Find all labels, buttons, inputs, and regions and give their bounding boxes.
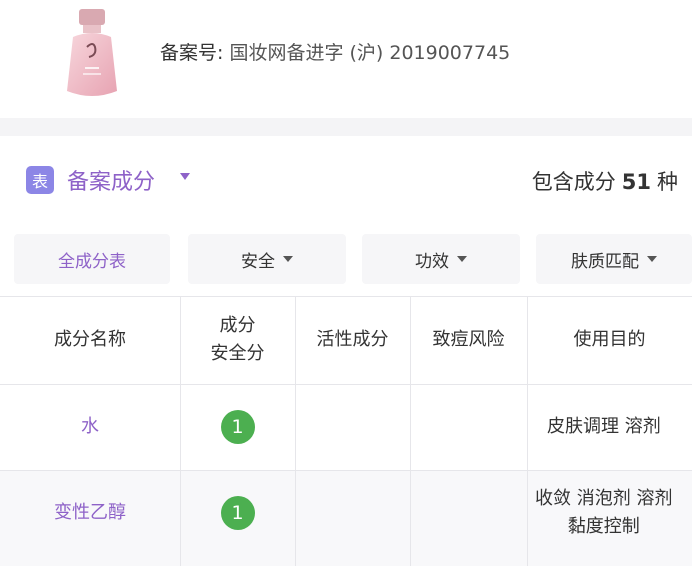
filter-efficacy[interactable]: 功效 <box>362 234 520 284</box>
header-active-ingredient: 活性成分 <box>316 329 389 350</box>
header-acne-risk: 致痘风险 <box>432 329 505 350</box>
filter-bar: 全成分表 安全 功效 肤质匹配 <box>0 228 692 296</box>
ingredients-section-header: 表 备案成分 包含成分 51 种 <box>0 136 692 228</box>
count-prefix: 包含成分 <box>531 170 616 194</box>
safety-score-cell: 1 <box>180 470 295 556</box>
ingredient-table: 成分名称 成分 安全分 活性成分 致痘风险 使用目的 水 1 皮肤调理 溶剂 变… <box>0 296 692 566</box>
filter-safety[interactable]: 安全 <box>188 234 346 284</box>
filter-label: 肤质匹配 <box>571 251 639 272</box>
ingredient-name-link[interactable]: 水 <box>0 384 180 470</box>
safety-score-badge: 1 <box>220 410 255 444</box>
header-ingredient-name: 成分名称 <box>54 329 126 350</box>
section-divider <box>0 118 692 136</box>
ingredient-count: 包含成分 51 种 <box>532 166 678 196</box>
filter-label: 安全 <box>241 251 275 272</box>
filter-label: 功效 <box>415 251 449 272</box>
filter-all-ingredients[interactable]: 全成分表 <box>14 234 170 284</box>
product-bottle-icon <box>67 9 117 96</box>
count-suffix: 种 <box>657 170 678 194</box>
header-safety-score: 成分 安全分 <box>210 315 265 364</box>
caret-down-icon <box>283 256 293 262</box>
caret-down-icon <box>457 256 467 262</box>
caret-down-icon <box>647 256 657 262</box>
safety-score-cell: 1 <box>180 384 295 470</box>
filter-skin-type[interactable]: 肤质匹配 <box>536 234 692 284</box>
product-image[interactable] <box>30 6 154 104</box>
purpose-cell: 皮肤调理 溶剂 <box>547 416 661 437</box>
caret-down-icon[interactable] <box>180 173 190 180</box>
purpose-cell: 收敛 消泡剂 溶剂 黏度控制 <box>535 488 673 537</box>
header-purpose: 使用目的 <box>573 329 646 350</box>
section-title-dropdown[interactable]: 备案成分 <box>67 164 155 196</box>
table-icon: 表 <box>26 166 54 194</box>
registration-label: 备案号: <box>160 42 224 64</box>
ingredient-name-link[interactable]: 变性乙醇 <box>0 470 180 556</box>
count-number: 51 <box>621 170 651 194</box>
safety-score-badge: 1 <box>220 496 255 530</box>
filter-label: 全成分表 <box>58 251 126 272</box>
product-header: 备案号: 国妆网备进字 (沪) 2019007745 <box>0 0 692 118</box>
registration-value: 国妆网备进字 (沪) 2019007745 <box>229 42 511 64</box>
registration-number: 备案号: 国妆网备进字 (沪) 2019007745 <box>160 38 510 65</box>
ingredient-page: 备案号: 国妆网备进字 (沪) 2019007745 表 备案成分 包含成分 51… <box>0 0 692 566</box>
